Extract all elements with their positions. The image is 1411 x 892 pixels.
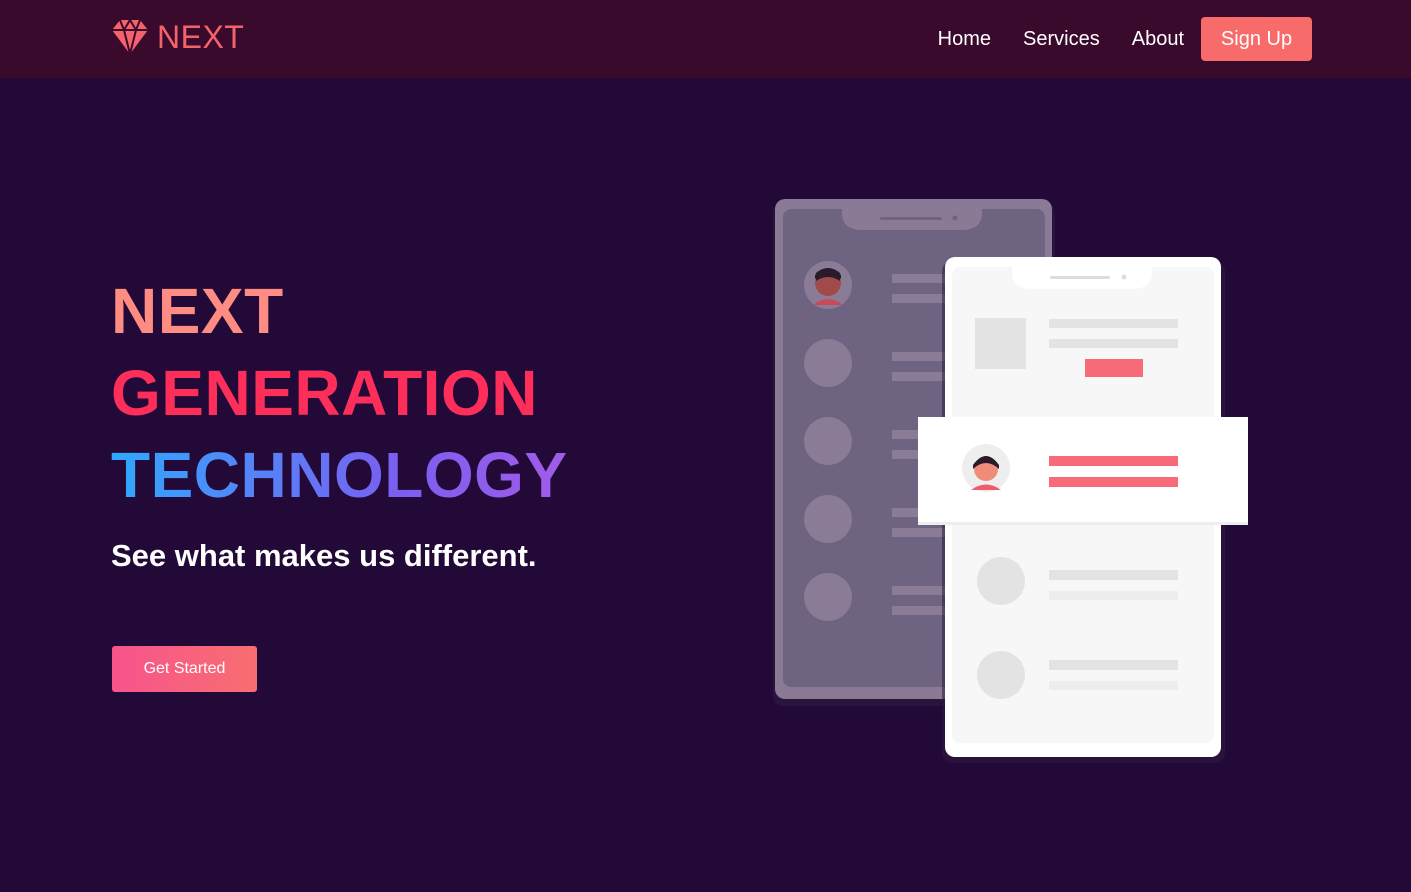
hero-line-generation: GENERATION: [111, 357, 538, 429]
hero-line-next: NEXT: [111, 275, 284, 347]
nav-link-about[interactable]: About: [1132, 28, 1184, 51]
navbar: NEXT Home Services About Sign Up: [0, 0, 1411, 78]
brand-logo[interactable]: NEXT: [111, 17, 244, 57]
nav-links: Home Services About Sign Up: [938, 17, 1312, 61]
hero-subtitle: See what makes us different.: [111, 538, 537, 573]
hero-line-technology: TECHNOLOGY: [111, 434, 631, 516]
nav-link-home[interactable]: Home: [938, 28, 991, 51]
get-started-button[interactable]: Get Started: [112, 646, 257, 692]
phone-mockups-illustration: [770, 195, 1260, 775]
diamond-icon: [112, 19, 148, 55]
signup-button[interactable]: Sign Up: [1201, 17, 1312, 61]
nav-link-services[interactable]: Services: [1023, 28, 1100, 51]
highlight-card: [918, 417, 1248, 525]
brand-name: NEXT: [157, 18, 245, 55]
hero-heading: NEXT GENERATION TECHNOLOGY: [111, 270, 631, 516]
